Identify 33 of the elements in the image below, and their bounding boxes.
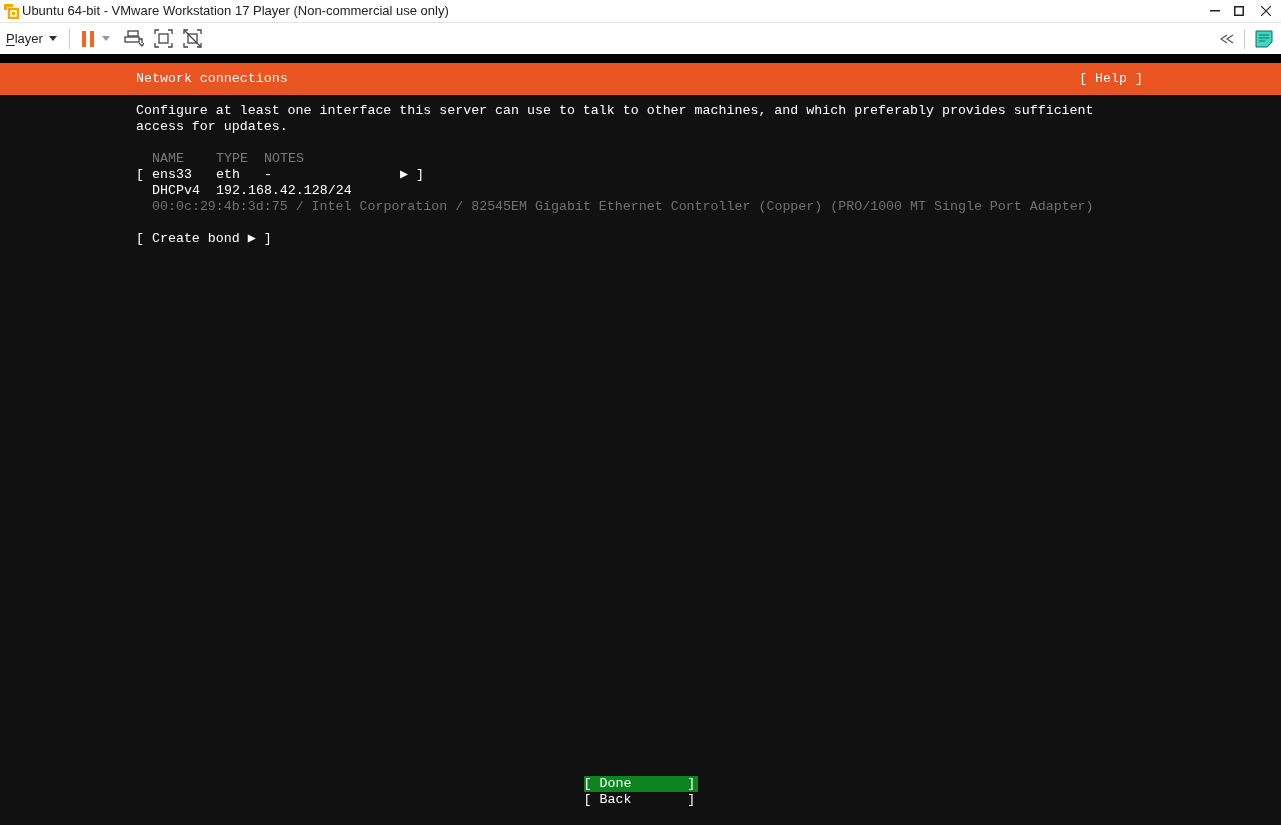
- ip-address: 192.168.42.128/24: [216, 183, 352, 199]
- interface-row[interactable]: [ ens33 eth - ▶ ]: [136, 167, 424, 183]
- computers-icon: [123, 29, 144, 48]
- pause-button[interactable]: [81, 30, 110, 47]
- unity-button[interactable]: [182, 29, 202, 48]
- collapse-button[interactable]: [1220, 33, 1234, 44]
- caret-icon: [48, 36, 57, 41]
- pause-icon: [81, 30, 94, 47]
- nav-button[interactable]: [ Back ]: [583, 792, 698, 808]
- send-keys-button[interactable]: [123, 29, 144, 48]
- help-button[interactable]: [ Help ]: [1079, 71, 1143, 87]
- crossed-window-icon: [182, 29, 202, 48]
- note-icon: [1255, 29, 1273, 48]
- caret-icon: [101, 36, 110, 41]
- player-menu-button[interactable]: Player: [6, 28, 57, 49]
- screen-title: Network connections: [136, 71, 288, 87]
- address-method: DHCPv4: [152, 183, 201, 199]
- app-logo-icon: [3, 3, 19, 19]
- double-chevron-icon: [1220, 33, 1234, 44]
- column-header: NOTES: [264, 151, 304, 167]
- maximize-icon: [1234, 6, 1244, 16]
- nav-button[interactable]: [ Done ]: [583, 776, 698, 792]
- window-title: Ubuntu 64-bit - VMware Workstation 17 Player (Non-commercial use only): [22, 2, 449, 21]
- column-header: NAME: [152, 151, 185, 167]
- notes-button[interactable]: [1255, 29, 1273, 48]
- create-bond-button[interactable]: [ Create bond ▶ ]: [136, 231, 272, 247]
- fullscreen-icon: [153, 29, 173, 48]
- close-icon: [1261, 6, 1271, 16]
- column-header: TYPE: [216, 151, 249, 167]
- minimize-icon: [1210, 10, 1220, 12]
- intro-text: Configure at least one interface this server can use to talk to other machines, and which preferably provides sufficient access for updates.: [136, 103, 1095, 135]
- fullscreen-button[interactable]: [153, 29, 173, 48]
- adapter-details: 00:0c:29:4b:3d:75 / Intel Corporation / 82545EM Gigabit Ethernet Controller (Copper) (PRO/1000 MT Single Port Adapter): [152, 199, 1094, 214]
